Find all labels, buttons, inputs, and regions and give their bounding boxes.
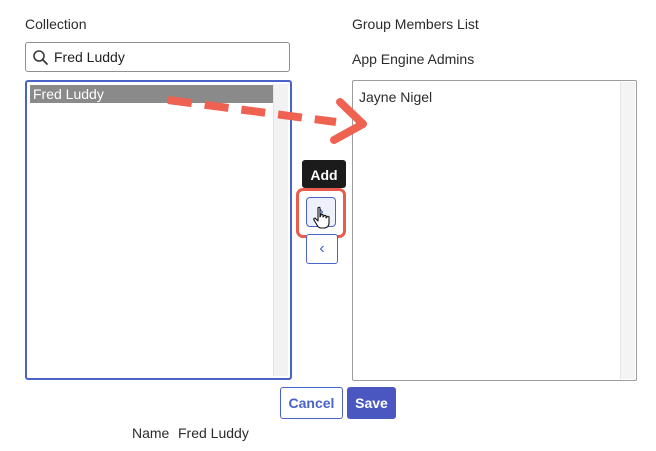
group-members-list-label: Group Members List bbox=[352, 16, 479, 32]
add-tooltip: Add bbox=[302, 160, 346, 188]
collection-label: Collection bbox=[25, 16, 87, 32]
cancel-button[interactable]: Cancel bbox=[280, 387, 343, 419]
group-members-list[interactable]: Jayne Nigel bbox=[352, 80, 637, 381]
hand-cursor-icon bbox=[313, 206, 330, 229]
save-button[interactable]: Save bbox=[347, 387, 396, 419]
group-name: App Engine Admins bbox=[352, 51, 475, 67]
search-icon bbox=[33, 50, 48, 65]
chevron-left-icon: ‹ bbox=[319, 240, 325, 257]
members-list-scrollbar[interactable] bbox=[620, 82, 635, 379]
name-field-value: Fred Luddy bbox=[178, 425, 249, 441]
remove-button[interactable]: ‹ bbox=[306, 234, 338, 264]
collection-search-box[interactable] bbox=[25, 42, 290, 72]
collection-search-input[interactable] bbox=[54, 47, 279, 67]
name-field-label: Name bbox=[132, 425, 170, 441]
annotation-arrow bbox=[167, 96, 367, 144]
